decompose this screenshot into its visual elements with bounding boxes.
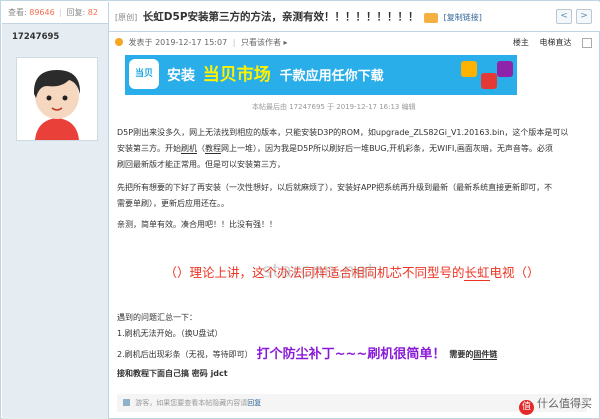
views-label: 查看: xyxy=(8,8,27,17)
issue-item: 1.刷机无法开始。（换U盘试） xyxy=(117,329,223,338)
edit-note: 本帖最后由 17247695 于 2019-12-17 16:13 编辑 xyxy=(252,103,416,111)
smzdm-watermark: 值什么值得买 xyxy=(519,395,592,415)
body-line: 亲测，简单有效。凑合用吧！！比没有强！！ xyxy=(117,220,277,229)
banner-text-slogan: 千款应用任你下载 xyxy=(279,69,384,84)
floor-controls: 楼主 电梯直达 xyxy=(505,32,592,54)
replies-label: 回复: xyxy=(66,8,86,17)
slogan-text: 打个防尘补丁~~~刷机很简单！ xyxy=(256,347,446,362)
issue-item: 接和教程下面自己搞 密码 jdct xyxy=(117,369,228,378)
chevron-left-icon: < xyxy=(560,11,568,21)
elevator-link[interactable]: 电梯直达 xyxy=(539,38,571,47)
banner-text: 安装 当贝市场 千款应用任你下载 xyxy=(167,63,384,87)
flash-link[interactable]: 刷机 xyxy=(181,144,197,154)
replies-count: 82 xyxy=(87,8,98,17)
dangbei-logo: 当贝 xyxy=(129,59,159,89)
app-tile-icon xyxy=(481,73,497,89)
banner-text-market: 当贝市场 xyxy=(202,65,271,85)
body-line: 先把所有想要的下好了再安装（一次性想好，以后就麻烦了），安装好APP把系统再升级… xyxy=(117,183,553,192)
copy-link-button[interactable]: [复制链接] xyxy=(444,13,482,22)
issues-title: 遇到的问题汇总一下： xyxy=(117,313,197,322)
app-tile-icon xyxy=(461,61,477,77)
username-link[interactable]: 17247695 xyxy=(2,24,108,50)
issue-item: 2.刷机后出现彩条（无视，等待即可） 打个防尘补丁~~~刷机很简单！ 需要的固件链 xyxy=(117,347,498,363)
body-line: 刷回最新版才能正常用。但是可以安装第三方， xyxy=(117,160,285,169)
reply-link[interactable]: 回复 xyxy=(247,399,261,407)
guest-icon xyxy=(123,399,130,406)
post-frame: 查看: 89646 | 回复: 82 17247695 [原创] 长虹D5P安装… xyxy=(0,0,600,419)
thread-title-bar: [原创] 长虹D5P安装第三方的方法，亲测有效！！！！！！！！！ [复制链接] … xyxy=(109,2,600,32)
body-line: 需要单刷），更新后应用还在。。 xyxy=(117,199,229,208)
chevron-right-icon: > xyxy=(580,11,588,21)
post-date: 发表于 2019-12-17 15:07 xyxy=(128,38,228,47)
firmware-link[interactable]: 固件链 xyxy=(473,350,498,360)
thread-title: 长虹D5P安装第三方的方法，亲测有效！！！！！！！！！ xyxy=(142,11,419,23)
floor-label: 楼主 xyxy=(512,38,529,47)
body-line: D5P刚出来没多久，网上无法找到相应的版本，只能安装D3P的ROM，如upgra… xyxy=(117,128,569,137)
arrow-right-icon: ▸ xyxy=(283,38,288,47)
body-line: 安装第三方。开始刷机（教程网上一堆），因为我是D5P所以刷好后一堆BUG,开机彩… xyxy=(117,141,553,157)
body-text: （ xyxy=(197,144,205,153)
notice-text: 游客，如果您要查看本帖隐藏内容请 xyxy=(135,399,248,407)
smzdm-logo-icon: 值 xyxy=(519,400,534,415)
meta-separator: | xyxy=(232,38,236,47)
prev-thread-button[interactable]: < xyxy=(556,9,572,24)
next-thread-button[interactable]: > xyxy=(576,9,592,24)
stats-separator: | xyxy=(59,8,62,17)
post-content-column: [原创] 长虹D5P安装第三方的方法，亲测有效！！！！！！！！！ [复制链接] … xyxy=(109,2,600,419)
highlight-text: 电视（） xyxy=(489,265,540,280)
original-tag: [原创] xyxy=(115,13,138,22)
issue-text: 需要的 xyxy=(449,350,474,359)
changhong-link[interactable]: 长虹 xyxy=(464,265,490,281)
user-sidebar: 查看: 89646 | 回复: 82 17247695 xyxy=(2,2,109,419)
issue-text: 2.刷机后出现彩条（无视，等待即可） xyxy=(117,350,253,359)
tutorial-link[interactable]: 教程 xyxy=(205,144,221,154)
hidden-content-notice: 游客，如果您要查看本帖隐藏内容请回复 xyxy=(117,394,587,412)
app-tile-icon xyxy=(497,61,513,77)
views-count: 89646 xyxy=(29,8,55,17)
smzdm-logo-text: 什么值得买 xyxy=(537,397,592,410)
floor-input[interactable] xyxy=(582,37,592,48)
body-text: 网上一堆），因为我是D5P所以刷好后一堆BUG,开机彩条，无WIFI,画面灰暗，… xyxy=(221,144,553,153)
only-author-link[interactable]: 只看该作者 xyxy=(241,38,281,47)
poster-online-icon xyxy=(115,38,123,46)
banner-text-install: 安装 xyxy=(167,68,195,84)
avatar[interactable] xyxy=(16,57,98,141)
dangbei-banner[interactable]: 当贝 安装 当贝市场 千款应用任你下载 xyxy=(125,55,517,95)
thread-stats: 查看: 89646 | 回复: 82 xyxy=(2,2,108,24)
watermark-text: starcnn.net xyxy=(262,260,376,282)
body-text: 安装第三方。开始 xyxy=(117,144,181,153)
reward-icon xyxy=(424,12,439,23)
post-meta: 发表于 2019-12-17 15:07 | 只看该作者 ▸ 楼主 电梯直达 xyxy=(109,32,600,54)
avatar-image xyxy=(17,58,97,140)
